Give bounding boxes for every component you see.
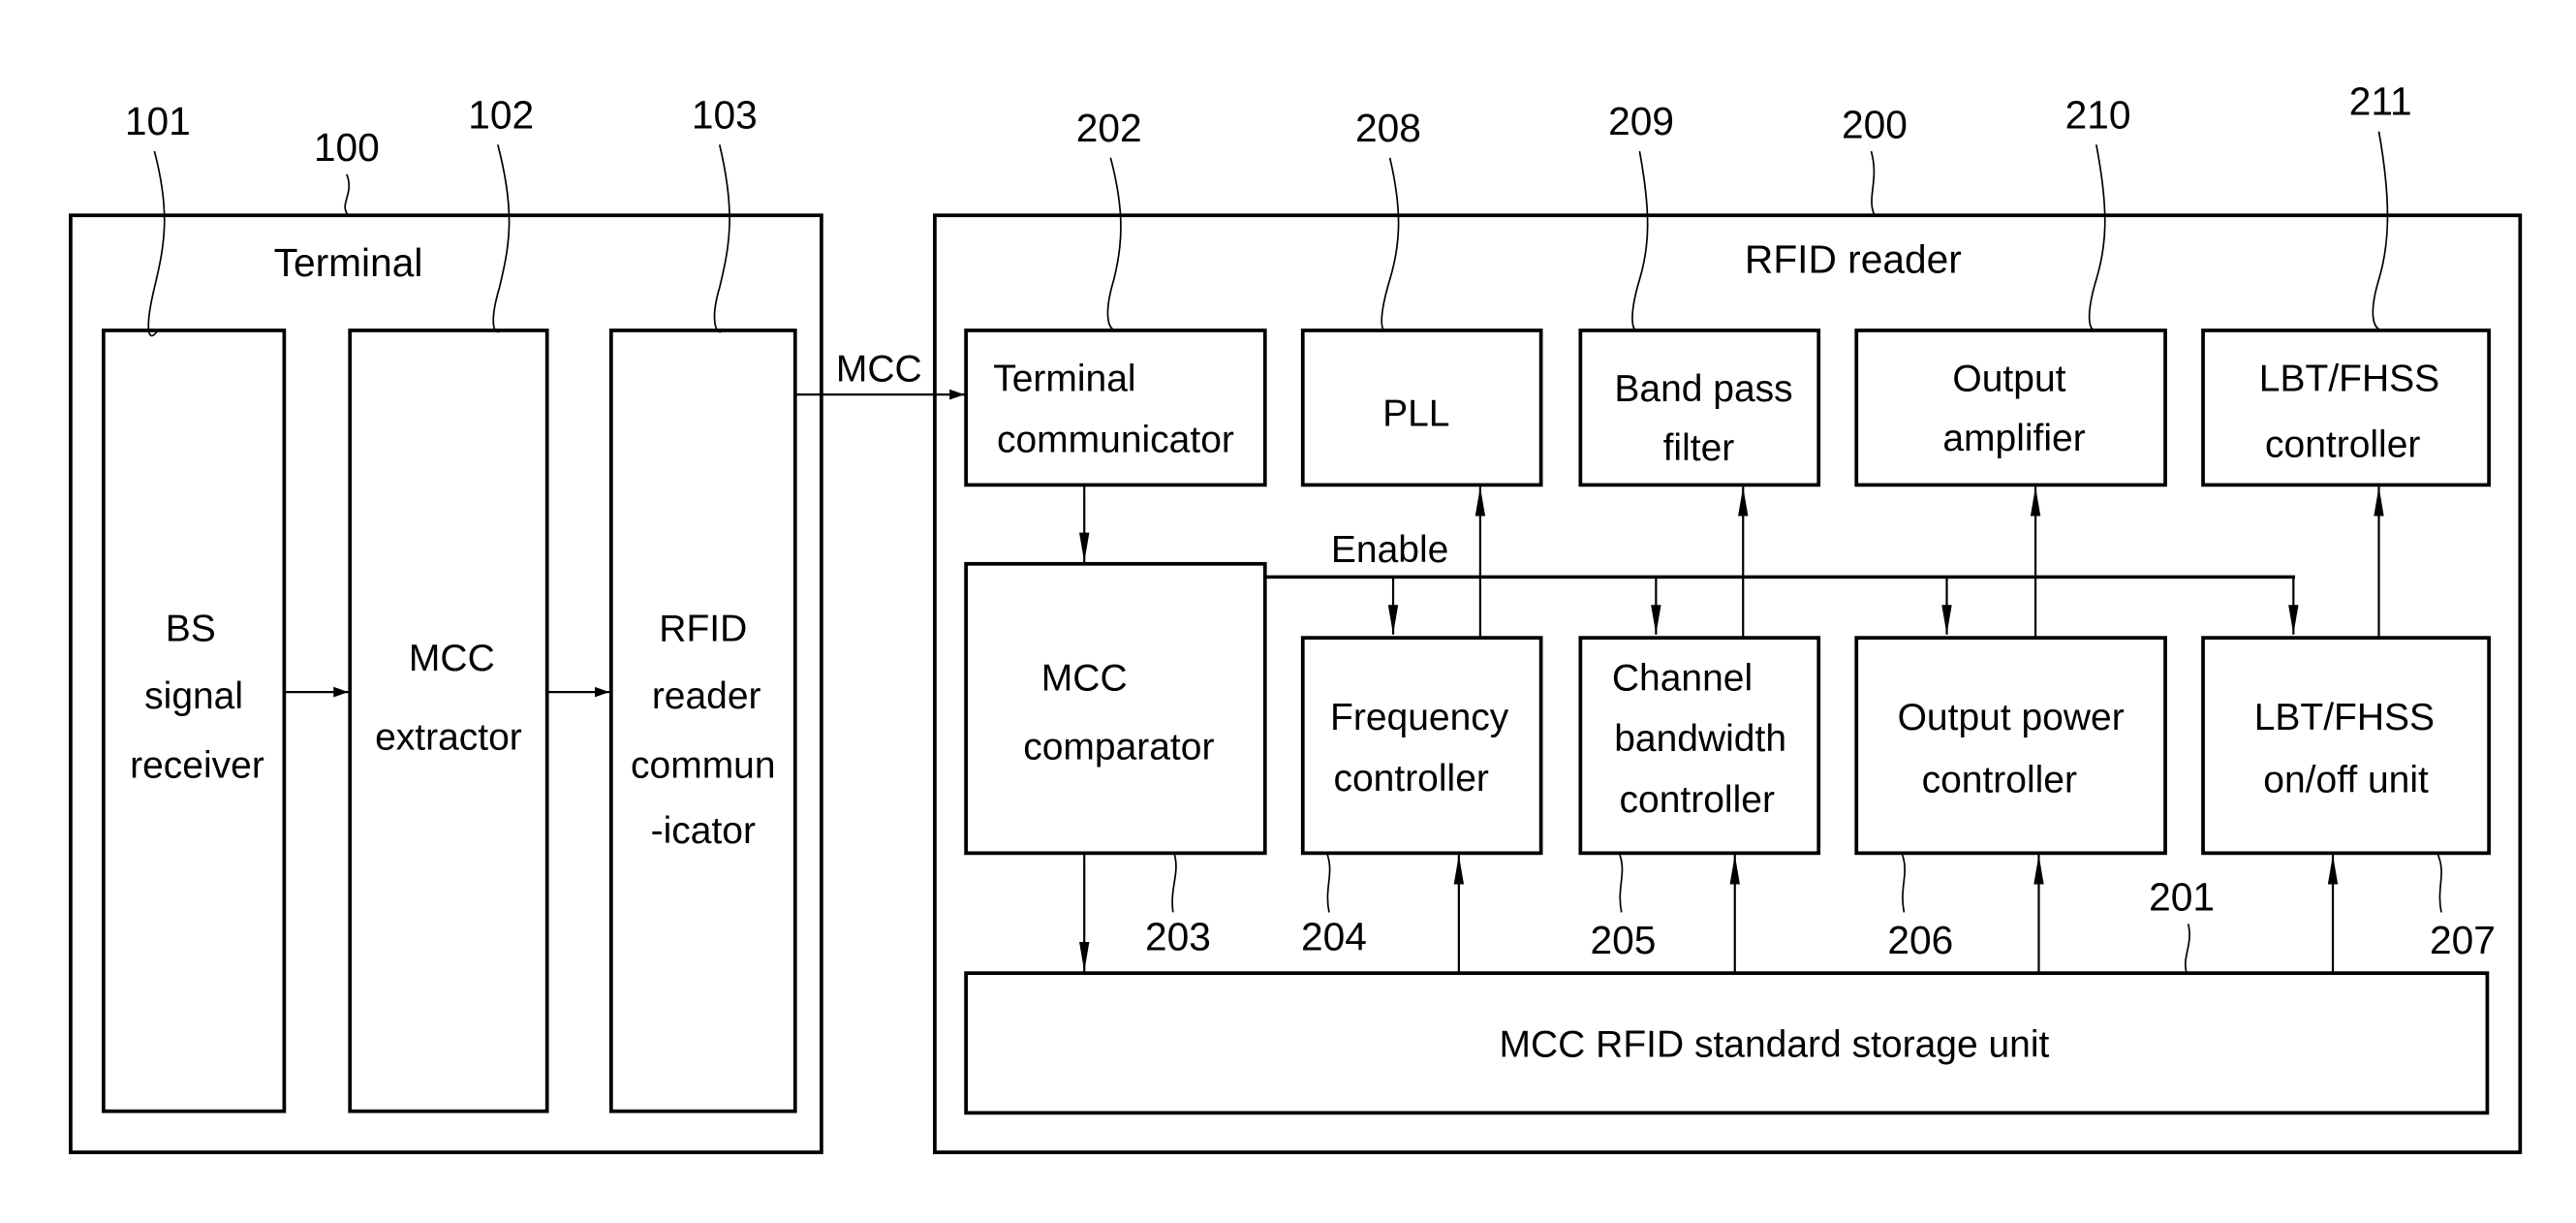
channel-bandwidth-controller-label-line3: controller	[1620, 779, 1775, 821]
frequency-controller-block	[1300, 636, 1543, 856]
ref-numeral-206: 206	[1887, 918, 1953, 962]
bs-signal-receiver-label-line2: signal	[144, 675, 243, 717]
output-power-controller-label-line2: controller	[1922, 760, 2077, 801]
output-amplifier-label-line1: Output	[1952, 359, 2065, 400]
rfid-reader-communicator-label-line4: -icator	[651, 810, 756, 852]
lbt-fhss-onoff-unit-label-line2: on/off unit	[2263, 760, 2429, 801]
leader-line-203	[1171, 854, 1177, 913]
lbt-fhss-onoff-unit-label-line1: LBT/FHSS	[2254, 697, 2435, 738]
lbt-fhss-controller-label-line1: LBT/FHSS	[2259, 359, 2439, 400]
enable-label: Enable	[1331, 529, 1448, 571]
rfid-reader-group: RFID reader 200 Terminal communicator PL…	[933, 79, 2523, 1154]
terminal-communicator-label-line2: communicator	[997, 419, 1234, 460]
leader-line-103	[713, 144, 730, 333]
leader-line-211	[2372, 131, 2389, 331]
ref-numeral-211: 211	[2349, 79, 2412, 124]
leader-line-204	[1326, 854, 1331, 913]
mcc-link-label: MCC	[836, 349, 922, 391]
leader-line-200	[1870, 150, 1876, 216]
output-power-controller-label-line1: Output power	[1898, 697, 2125, 738]
ref-numeral-101: 101	[125, 99, 191, 143]
pll-label: PLL	[1382, 392, 1449, 434]
frequency-controller-label-line2: controller	[1333, 758, 1488, 800]
terminal-title: Terminal	[274, 240, 423, 285]
ref-numeral-100: 100	[314, 125, 380, 170]
rfid-reader-communicator-label-line2: reader	[652, 675, 761, 717]
rfid-reader-communicator-label-line1: RFID	[659, 609, 747, 650]
lbt-fhss-onoff-unit-block	[2201, 636, 2491, 856]
rfid-reader-communicator-block	[608, 329, 797, 1113]
leader-line-208	[1381, 157, 1400, 331]
leader-line-100	[344, 173, 351, 216]
channel-bandwidth-controller-label-line1: Channel	[1612, 657, 1753, 699]
leader-line-209	[1631, 150, 1649, 331]
ref-numeral-201: 201	[2149, 875, 2215, 920]
leader-line-202	[1106, 157, 1122, 331]
output-power-controller-block	[1854, 636, 2167, 856]
ref-numeral-208: 208	[1355, 106, 1421, 150]
bs-signal-receiver-block	[101, 329, 287, 1113]
rfid-reader-title: RFID reader	[1745, 237, 1962, 282]
mcc-extractor-label-line1: MCC	[409, 638, 495, 679]
ref-numeral-202: 202	[1076, 106, 1142, 150]
terminal-communicator-label-line1: Terminal	[993, 359, 1135, 400]
block-diagram: Terminal BS signal receiver MCC extracto…	[69, 79, 2523, 1154]
lbt-fhss-controller-label-line2: controller	[2265, 424, 2420, 466]
mcc-comparator-block	[964, 561, 1267, 856]
ref-numeral-205: 205	[1591, 918, 1657, 962]
band-pass-filter-label-line1: Band pass	[1614, 368, 1792, 410]
leader-line-101	[147, 150, 166, 337]
band-pass-filter-label-line2: filter	[1663, 427, 1735, 469]
rfid-reader-communicator-label-line3: commun	[631, 744, 776, 786]
mcc-comparator-label-line1: MCC	[1041, 657, 1128, 699]
leader-line-102	[492, 144, 511, 333]
leader-line-206	[1901, 854, 1906, 913]
frequency-controller-label-line1: Frequency	[1330, 697, 1509, 738]
ref-numeral-203: 203	[1145, 914, 1211, 958]
ref-numeral-207: 207	[2430, 918, 2496, 962]
enable-bus-line	[1264, 575, 2296, 580]
ref-numeral-204: 204	[1301, 914, 1367, 958]
ref-numeral-103: 103	[692, 92, 758, 137]
mcc-extractor-label-line2: extractor	[375, 716, 522, 758]
ref-numeral-210: 210	[2065, 92, 2131, 137]
bs-signal-receiver-label-line1: BS	[166, 609, 216, 650]
output-amplifier-label-line2: amplifier	[1942, 418, 2085, 459]
mcc-comparator-label-line2: comparator	[1023, 727, 1214, 768]
terminal-communicator-block	[964, 329, 1267, 487]
mcc-rfid-standard-storage-unit-label: MCC RFID standard storage unit	[1500, 1024, 2050, 1066]
leader-line-201	[2185, 924, 2190, 974]
channel-bandwidth-controller-label-line2: bandwidth	[1614, 718, 1786, 760]
leader-line-210	[2088, 144, 2106, 331]
bs-signal-receiver-label-line3: receiver	[130, 744, 264, 786]
output-amplifier-block	[1854, 329, 2167, 487]
ref-numeral-209: 209	[1608, 99, 1674, 143]
terminal-group: Terminal BS signal receiver MCC extracto…	[69, 92, 823, 1154]
ref-numeral-102: 102	[468, 92, 534, 137]
leader-line-207	[2436, 854, 2442, 913]
leader-line-205	[1619, 854, 1624, 913]
ref-numeral-200: 200	[1842, 102, 1908, 146]
